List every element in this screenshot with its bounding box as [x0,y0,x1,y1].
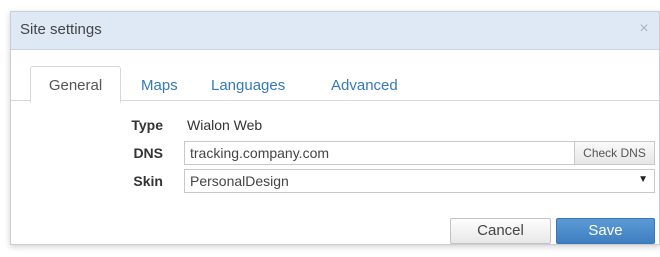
close-icon[interactable]: × [635,20,653,38]
skin-selected-value: PersonalDesign [190,173,289,189]
tab-advanced[interactable]: Advanced [331,67,398,100]
dialog-title: Site settings [20,21,102,38]
tab-languages[interactable]: Languages [211,67,285,100]
tab-bar: General Maps Languages Advanced [11,50,659,103]
tab-general[interactable]: General [30,66,121,103]
save-button[interactable]: Save [556,218,655,244]
dialog-titlebar: Site settings × [11,12,659,50]
skin-select[interactable]: PersonalDesign ▼ [184,169,655,193]
dropdown-arrow-icon: ▼ [638,174,648,185]
tab-languages-label: Languages [211,77,286,94]
skin-label: Skin [133,173,163,189]
check-dns-button[interactable]: Check DNS [574,141,655,165]
dns-label: DNS [133,145,163,161]
tab-general-label: General [48,77,103,94]
tab-advanced-label: Advanced [331,77,398,94]
cancel-button[interactable]: Cancel [450,218,551,244]
tab-maps-label: Maps [141,77,178,94]
type-label: Type [131,117,163,133]
tab-maps[interactable]: Maps [141,67,178,100]
dns-input[interactable] [184,141,574,165]
site-settings-dialog: Site settings × General Maps Languages A… [10,11,660,245]
type-value: Wialon Web [187,117,263,133]
